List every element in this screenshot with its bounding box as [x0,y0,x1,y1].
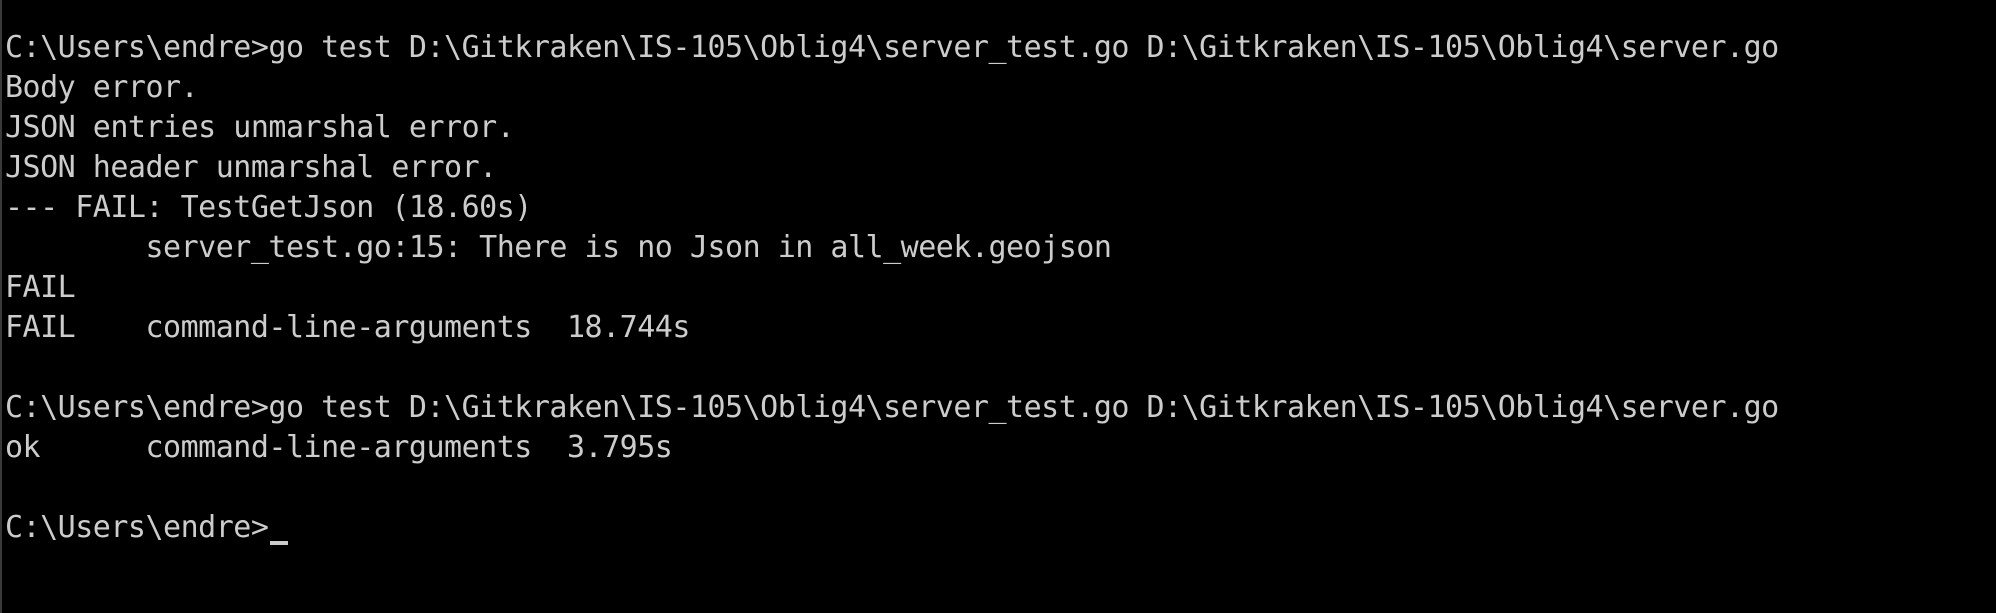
output-line: JSON header unmarshal error. [5,150,497,185]
output-line: Body error. [5,70,199,105]
command-line: C:\Users\endre>go test D:\Gitkraken\IS-1… [5,390,1779,425]
text-cursor [270,541,289,545]
prompt-line[interactable]: C:\Users\endre> [5,508,1996,548]
prompt-text: C:\Users\endre> [5,510,269,545]
test-fail-line: --- FAIL: TestGetJson (18.60s) [5,190,532,225]
output-line: JSON entries unmarshal error. [5,110,515,145]
window-left-border [0,0,2,613]
test-message-line: server_test.go:15: There is no Json in a… [5,230,1112,265]
ok-result-line: ok command-line-arguments 3.795s [5,430,673,465]
fail-result-line: FAIL command-line-arguments 18.744s [5,310,690,345]
command-line: C:\Users\endre>go test D:\Gitkraken\IS-1… [5,30,1779,65]
fail-summary-line: FAIL [5,270,76,305]
console-window[interactable]: C:\Users\endre>go test D:\Gitkraken\IS-1… [0,0,1996,613]
